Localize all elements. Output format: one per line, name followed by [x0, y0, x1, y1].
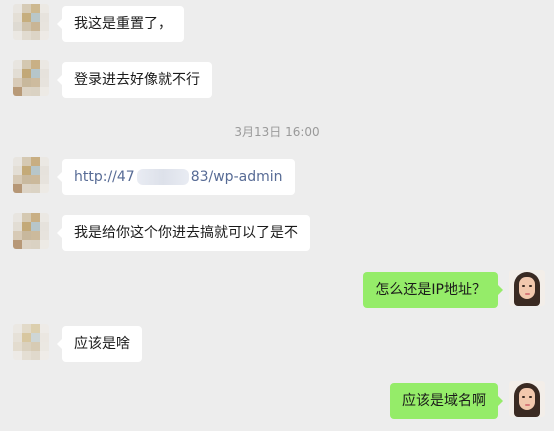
message-bubble[interactable]: 登录进去好像就不行	[57, 62, 212, 98]
sent-message-bubble[interactable]: 应该是域名啊	[390, 383, 503, 419]
mosaic-avatar-icon	[13, 4, 49, 40]
link-text-prefix[interactable]: http://47	[74, 169, 135, 185]
contact-avatar[interactable]	[13, 4, 49, 40]
mosaic-avatar-icon	[13, 157, 49, 193]
message-bubble[interactable]: 我这是重置了，	[57, 6, 184, 42]
contact-avatar[interactable]	[13, 213, 49, 249]
contact-avatar[interactable]	[13, 324, 49, 360]
message-bubble[interactable]: 我是给你这个你进去搞就可以了是不	[57, 215, 310, 251]
message-bubble[interactable]: 应该是啥	[57, 326, 142, 362]
link-message-bubble[interactable]: http://47 83/wp-admin	[57, 159, 295, 195]
woman-face-avatar-icon	[509, 381, 545, 417]
contact-avatar[interactable]	[13, 60, 49, 96]
self-avatar[interactable]	[509, 270, 545, 306]
redacted-blur	[136, 169, 189, 185]
mosaic-avatar-icon	[13, 324, 49, 360]
contact-avatar[interactable]	[13, 157, 49, 193]
sent-message-bubble[interactable]: 怎么还是IP地址？	[363, 272, 503, 308]
message-timestamp: 3月13日 16:00	[234, 125, 320, 139]
mosaic-avatar-icon	[13, 60, 49, 96]
link-text-suffix[interactable]: 83/wp-admin	[191, 169, 283, 185]
self-avatar[interactable]	[509, 381, 545, 417]
mosaic-avatar-icon	[13, 213, 49, 249]
message-link[interactable]: http://47 83/wp-admin	[74, 169, 283, 185]
woman-face-avatar-icon	[509, 270, 545, 306]
